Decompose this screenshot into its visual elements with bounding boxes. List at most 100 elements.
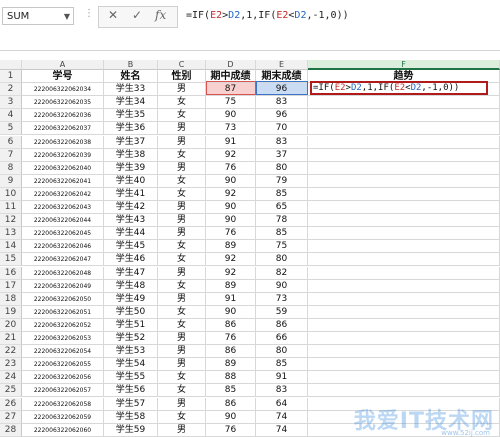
table-cell[interactable]: 男 — [158, 332, 206, 346]
table-cell[interactable]: 男 — [158, 345, 206, 359]
row-header[interactable]: 13 — [0, 227, 22, 241]
table-cell[interactable]: 86 — [206, 345, 256, 359]
table-cell[interactable]: 男 — [158, 266, 206, 280]
table-cell[interactable]: 学生40 — [104, 174, 158, 188]
table-cell[interactable]: 女 — [158, 187, 206, 201]
table-cell[interactable] — [308, 266, 500, 280]
table-cell[interactable]: 男 — [158, 122, 206, 136]
table-cell[interactable]: 学生49 — [104, 292, 158, 306]
table-cell[interactable]: 女 — [158, 174, 206, 188]
table-cell[interactable] — [308, 318, 500, 332]
table-cell[interactable] — [308, 253, 500, 267]
table-cell[interactable] — [308, 122, 500, 136]
column-header-b[interactable]: B — [104, 60, 158, 70]
row-header[interactable]: 27 — [0, 410, 22, 424]
table-cell[interactable]: 96 — [256, 109, 308, 123]
table-cell[interactable]: 222006322062060 — [22, 423, 104, 437]
table-cell[interactable] — [308, 279, 500, 293]
table-cell[interactable]: 学生45 — [104, 240, 158, 254]
table-cell[interactable]: 学生50 — [104, 305, 158, 319]
table-cell[interactable]: 222006322062051 — [22, 305, 104, 319]
row-header[interactable]: 11 — [0, 201, 22, 215]
table-cell[interactable] — [308, 358, 500, 372]
row-header[interactable]: 17 — [0, 279, 22, 293]
table-cell[interactable]: 222006322062037 — [22, 122, 104, 136]
table-cell[interactable]: 女 — [158, 109, 206, 123]
row-header[interactable]: 6 — [0, 135, 22, 149]
row-header[interactable]: 16 — [0, 266, 22, 280]
table-cell[interactable]: 222006322062050 — [22, 292, 104, 306]
table-cell[interactable]: 学生34 — [104, 96, 158, 110]
resize-handle-icon[interactable]: ⋮ — [84, 8, 94, 19]
name-box[interactable]: SUM ▼ — [2, 7, 74, 25]
table-cell[interactable]: 88 — [206, 371, 256, 385]
row-header[interactable]: 25 — [0, 384, 22, 398]
table-cell[interactable]: 91 — [206, 135, 256, 149]
table-cell[interactable]: 85 — [206, 384, 256, 398]
table-cell[interactable]: 学生41 — [104, 187, 158, 201]
table-cell[interactable]: 70 — [256, 122, 308, 136]
table-cell[interactable]: 学生47 — [104, 266, 158, 280]
row-header[interactable]: 15 — [0, 253, 22, 267]
column-title-cell[interactable]: 性别 — [158, 70, 206, 84]
table-cell[interactable]: 男 — [158, 161, 206, 175]
table-cell[interactable]: 学生56 — [104, 384, 158, 398]
table-cell[interactable]: 222006322062055 — [22, 358, 104, 372]
table-cell[interactable] — [308, 371, 500, 385]
table-cell[interactable] — [308, 148, 500, 162]
table-cell[interactable]: 85 — [256, 187, 308, 201]
column-title-cell[interactable]: 学号 — [22, 70, 104, 84]
table-cell[interactable]: 89 — [206, 240, 256, 254]
row-header[interactable]: 4 — [0, 109, 22, 123]
column-header-f[interactable]: F — [308, 60, 500, 70]
row-header[interactable]: 8 — [0, 161, 22, 175]
table-cell[interactable]: 37 — [256, 148, 308, 162]
table-cell[interactable]: 59 — [256, 305, 308, 319]
table-cell[interactable]: 222006322062049 — [22, 279, 104, 293]
table-cell[interactable]: 222006322062042 — [22, 187, 104, 201]
table-cell[interactable]: 89 — [206, 358, 256, 372]
row-header[interactable]: 21 — [0, 332, 22, 346]
table-cell[interactable]: 79 — [256, 174, 308, 188]
table-cell[interactable]: 222006322062047 — [22, 253, 104, 267]
table-cell[interactable]: 91 — [206, 292, 256, 306]
table-cell[interactable]: 92 — [206, 253, 256, 267]
table-cell[interactable]: 90 — [206, 174, 256, 188]
table-cell[interactable]: 66 — [256, 332, 308, 346]
table-cell[interactable] — [308, 305, 500, 319]
table-cell[interactable]: 男 — [158, 201, 206, 215]
select-all-corner[interactable] — [0, 60, 22, 70]
table-cell[interactable]: 学生48 — [104, 279, 158, 293]
table-cell[interactable]: 222006322062057 — [22, 384, 104, 398]
row-header[interactable]: 22 — [0, 345, 22, 359]
table-cell[interactable]: 64 — [256, 397, 308, 411]
table-cell[interactable] — [308, 201, 500, 215]
table-cell[interactable]: 222006322062056 — [22, 371, 104, 385]
table-cell[interactable]: 76 — [206, 227, 256, 241]
table-cell[interactable]: 学生58 — [104, 410, 158, 424]
table-cell[interactable]: 男 — [158, 227, 206, 241]
table-cell[interactable]: 222006322062058 — [22, 397, 104, 411]
table-cell[interactable] — [308, 109, 500, 123]
table-cell[interactable]: 222006322062041 — [22, 174, 104, 188]
table-cell[interactable]: 男 — [158, 292, 206, 306]
table-cell[interactable]: 75 — [206, 96, 256, 110]
table-cell[interactable]: 92 — [206, 187, 256, 201]
table-cell[interactable]: 222006322062036 — [22, 109, 104, 123]
table-cell[interactable]: 222006322062048 — [22, 266, 104, 280]
table-cell[interactable]: 男 — [158, 135, 206, 149]
row-header[interactable]: 20 — [0, 318, 22, 332]
table-cell[interactable]: 222006322062046 — [22, 240, 104, 254]
table-cell[interactable]: 92 — [206, 266, 256, 280]
row-header[interactable]: 19 — [0, 305, 22, 319]
table-cell[interactable]: 学生38 — [104, 148, 158, 162]
table-cell[interactable] — [308, 345, 500, 359]
table-cell[interactable]: 女 — [158, 384, 206, 398]
table-cell[interactable]: 222006322062059 — [22, 410, 104, 424]
table-cell[interactable]: 222006322062038 — [22, 135, 104, 149]
table-cell[interactable]: 90 — [206, 305, 256, 319]
row-header[interactable]: 24 — [0, 371, 22, 385]
table-cell[interactable]: 65 — [256, 201, 308, 215]
table-cell[interactable]: 78 — [256, 214, 308, 228]
table-cell[interactable]: 74 — [256, 410, 308, 424]
